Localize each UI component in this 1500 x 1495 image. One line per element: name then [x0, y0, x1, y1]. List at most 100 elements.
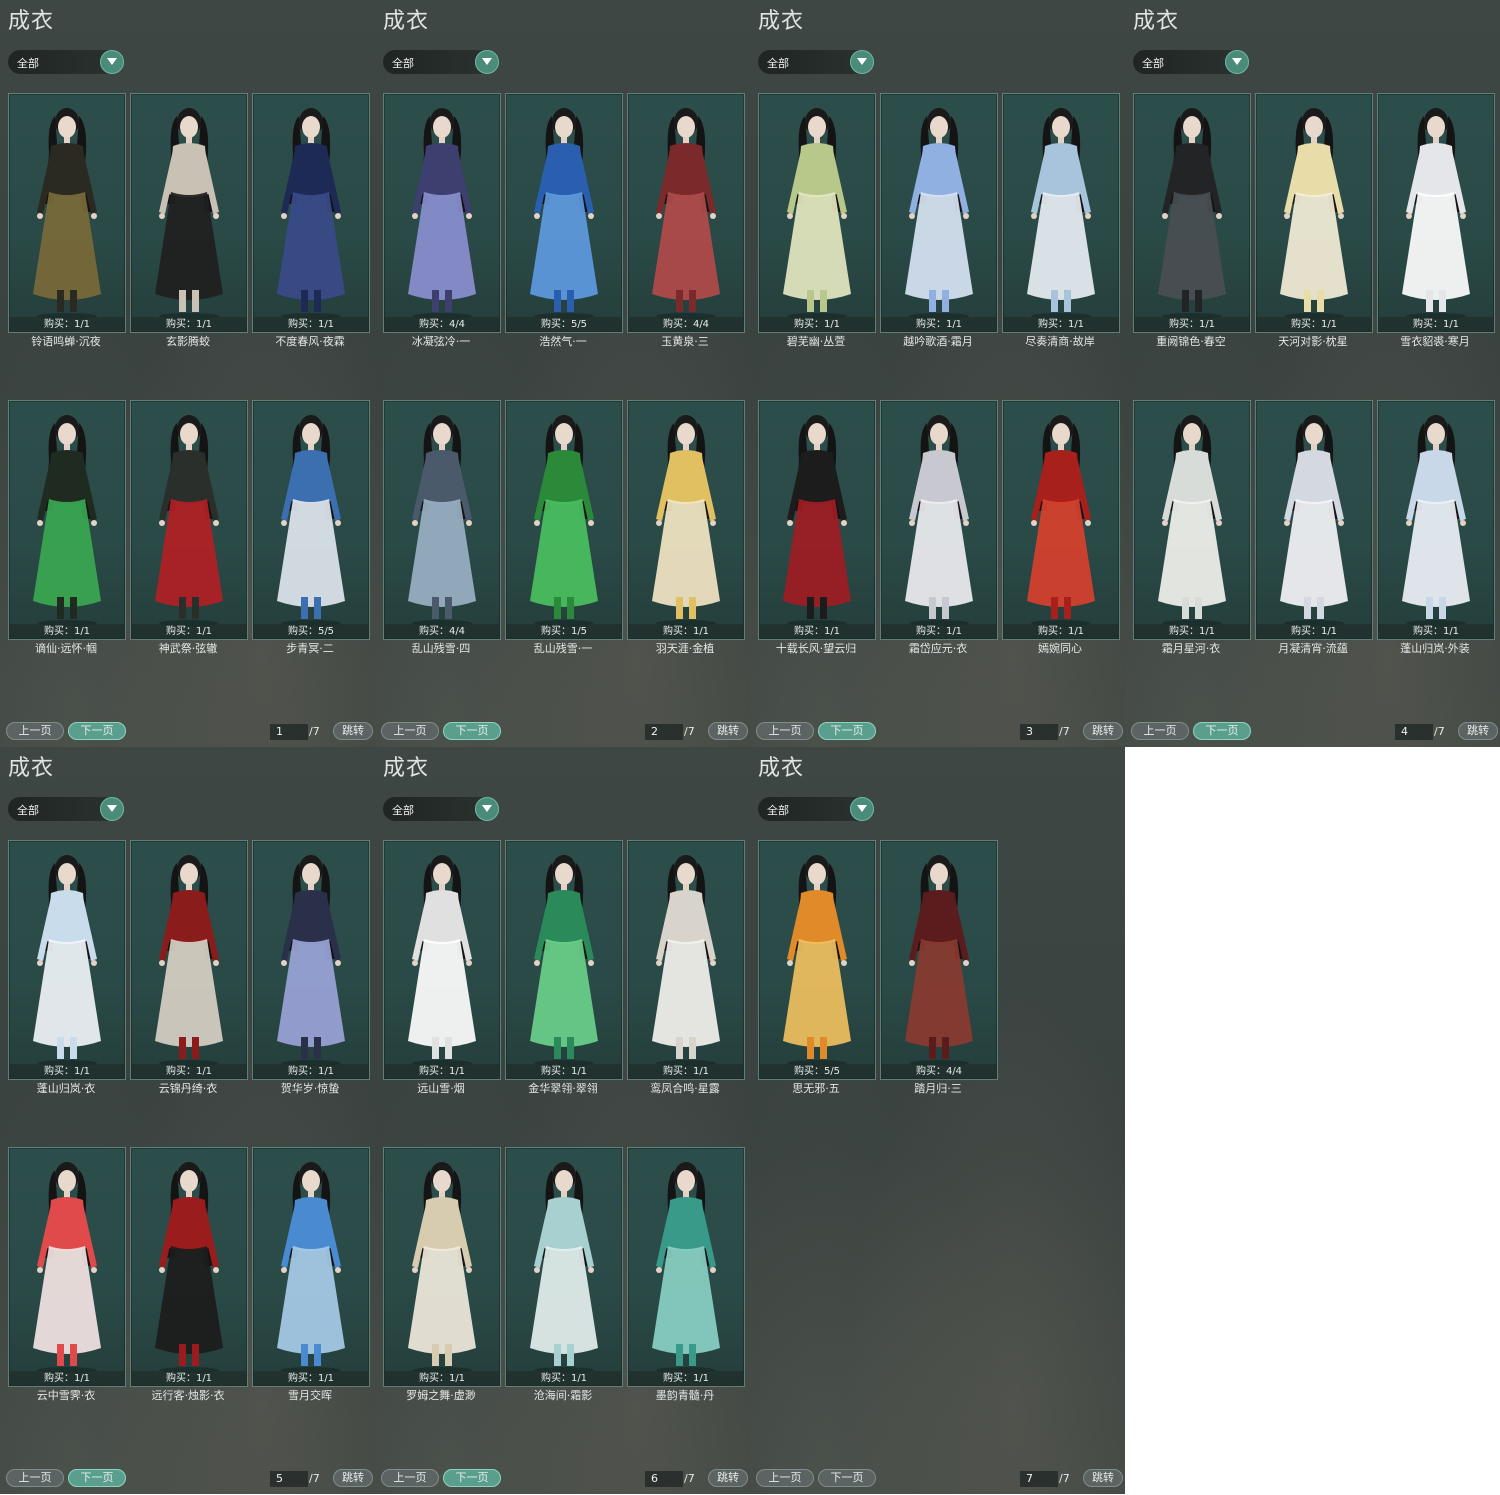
jump-button[interactable]: 跳转 [1083, 722, 1123, 740]
outfit-card[interactable]: 购买：1/1 [1133, 400, 1251, 640]
prev-page-button[interactable]: 上一页 [1131, 722, 1189, 740]
chevron-down-icon[interactable] [100, 797, 124, 821]
filter-label: 全部 [767, 804, 789, 817]
outfit-card[interactable]: 购买：1/1 [8, 1147, 126, 1387]
next-page-button[interactable]: 下一页 [443, 722, 501, 740]
page-number-input[interactable]: 7 [1020, 1471, 1058, 1487]
jump-button[interactable]: 跳转 [1083, 1469, 1123, 1487]
next-page-button[interactable]: 下一页 [1193, 722, 1251, 740]
outfit-card[interactable]: 购买：1/1 [627, 400, 745, 640]
outfit-card[interactable]: 购买：1/1 [627, 1147, 745, 1387]
page-number-input[interactable]: 3 [1020, 724, 1058, 740]
page-number-input[interactable]: 1 [270, 724, 308, 740]
next-page-button[interactable]: 下一页 [818, 722, 876, 740]
chevron-down-icon[interactable] [1225, 50, 1249, 74]
outfit-card[interactable]: 购买：1/1 [505, 1147, 623, 1387]
outfit-card[interactable]: 购买：4/4 [627, 93, 745, 333]
next-page-button[interactable]: 下一页 [68, 1469, 126, 1487]
outfit-figure-icon [33, 855, 101, 1066]
next-page-button[interactable]: 下一页 [818, 1469, 876, 1487]
chevron-down-icon[interactable] [850, 797, 874, 821]
outfit-card[interactable]: 购买：1/1 [1002, 93, 1120, 333]
outfit-grid: 购买：5/5 思无邪·五 购买：4/4 踏月归·三 [758, 840, 1124, 1410]
prev-page-button[interactable]: 上一页 [6, 1469, 64, 1487]
outfit-card[interactable]: 购买：1/1 [1377, 400, 1495, 640]
outfit-card[interactable]: 购买：1/1 [1377, 93, 1495, 333]
outfit-figure-icon [1158, 415, 1226, 626]
outfit-card[interactable]: 购买：4/4 [880, 840, 998, 1080]
outfit-card[interactable]: 购买：1/1 [758, 400, 876, 640]
purchase-count: 购买：1/1 [384, 1064, 500, 1079]
jump-button[interactable]: 跳转 [708, 722, 748, 740]
filter-label: 全部 [767, 57, 789, 70]
outfit-card[interactable]: 购买：1/1 [758, 93, 876, 333]
next-page-button[interactable]: 下一页 [68, 722, 126, 740]
outfit-preview [384, 1148, 500, 1373]
outfit-card[interactable]: 购买：1/1 [252, 1147, 370, 1387]
chevron-down-icon[interactable] [475, 797, 499, 821]
outfit-card[interactable]: 购买：1/1 [1002, 400, 1120, 640]
outfit-card[interactable]: 购买：1/1 [130, 400, 248, 640]
fashion-panel: 成衣 全部 购买：5/5 思无邪·五 购买：4/4 踏月归·三 上一页 下一页 7/7 跳转 [750, 747, 1125, 1494]
jump-button[interactable]: 跳转 [1458, 722, 1498, 740]
outfit-preview [628, 401, 744, 626]
page-number-input[interactable]: 4 [1395, 724, 1433, 740]
prev-page-button[interactable]: 上一页 [381, 722, 439, 740]
page-number-input[interactable]: 2 [645, 724, 683, 740]
panel-title: 成衣 [8, 756, 55, 781]
chevron-down-icon[interactable] [850, 50, 874, 74]
outfit-card[interactable]: 购买：1/1 [252, 840, 370, 1080]
jump-button[interactable]: 跳转 [333, 1469, 373, 1487]
outfit-preview [384, 841, 500, 1066]
outfit-card[interactable]: 购买：1/1 [880, 93, 998, 333]
outfit-card[interactable]: 购买：1/1 [130, 840, 248, 1080]
outfit-preview [506, 401, 622, 626]
outfit-preview [253, 401, 369, 626]
outfit-card[interactable]: 购买：1/1 [130, 93, 248, 333]
outfit-preview [131, 1148, 247, 1373]
chevron-down-icon[interactable] [475, 50, 499, 74]
prev-page-button[interactable]: 上一页 [6, 722, 64, 740]
outfit-figure-icon [408, 1162, 476, 1373]
outfit-card[interactable]: 购买：1/1 [627, 840, 745, 1080]
chevron-down-icon[interactable] [100, 50, 124, 74]
jump-button[interactable]: 跳转 [708, 1469, 748, 1487]
outfit-card[interactable]: 购买：1/1 [383, 840, 501, 1080]
outfit-card[interactable]: 购买：1/1 [880, 400, 998, 640]
outfit-card[interactable]: 购买：1/5 [505, 400, 623, 640]
outfit-card[interactable]: 购买：4/4 [383, 93, 501, 333]
category-filter-dropdown[interactable]: 全部 [383, 50, 499, 74]
outfit-card[interactable]: 购买：1/1 [1255, 400, 1373, 640]
outfit-card[interactable]: 购买：1/1 [8, 840, 126, 1080]
prev-page-button[interactable]: 上一页 [756, 1469, 814, 1487]
outfit-card[interactable]: 购买：1/1 [252, 93, 370, 333]
category-filter-dropdown[interactable]: 全部 [8, 797, 124, 821]
pagination: 上一页 下一页 1/7 跳转 [0, 722, 375, 744]
outfit-card[interactable]: 购买：1/1 [8, 400, 126, 640]
outfit-name: 霜岱应元·衣 [908, 642, 968, 655]
outfit-figure-icon [905, 108, 973, 319]
outfit-preview [1378, 401, 1494, 626]
outfit-card[interactable]: 购买：1/1 [505, 840, 623, 1080]
fashion-panel: 成衣 全部 购买：1/1 碧芜幽·丛萱 购买：1/1 越吟歌酒·霜月 购买：1/1 尽奏清商·… [750, 0, 1125, 747]
jump-button[interactable]: 跳转 [333, 722, 373, 740]
category-filter-dropdown[interactable]: 全部 [1133, 50, 1249, 74]
outfit-card[interactable]: 购买：5/5 [252, 400, 370, 640]
page-number-input[interactable]: 6 [645, 1471, 683, 1487]
outfit-card[interactable]: 购买：1/1 [8, 93, 126, 333]
page-number-input[interactable]: 5 [270, 1471, 308, 1487]
outfit-card[interactable]: 购买：4/4 [383, 400, 501, 640]
outfit-card[interactable]: 购买：1/1 [1255, 93, 1373, 333]
prev-page-button[interactable]: 上一页 [381, 1469, 439, 1487]
prev-page-button[interactable]: 上一页 [756, 722, 814, 740]
outfit-card[interactable]: 购买：5/5 [758, 840, 876, 1080]
category-filter-dropdown[interactable]: 全部 [758, 50, 874, 74]
outfit-card[interactable]: 购买：5/5 [505, 93, 623, 333]
next-page-button[interactable]: 下一页 [443, 1469, 501, 1487]
outfit-card[interactable]: 购买：1/1 [130, 1147, 248, 1387]
category-filter-dropdown[interactable]: 全部 [758, 797, 874, 821]
category-filter-dropdown[interactable]: 全部 [8, 50, 124, 74]
category-filter-dropdown[interactable]: 全部 [383, 797, 499, 821]
outfit-card[interactable]: 购买：1/1 [1133, 93, 1251, 333]
outfit-card[interactable]: 购买：1/1 [383, 1147, 501, 1387]
